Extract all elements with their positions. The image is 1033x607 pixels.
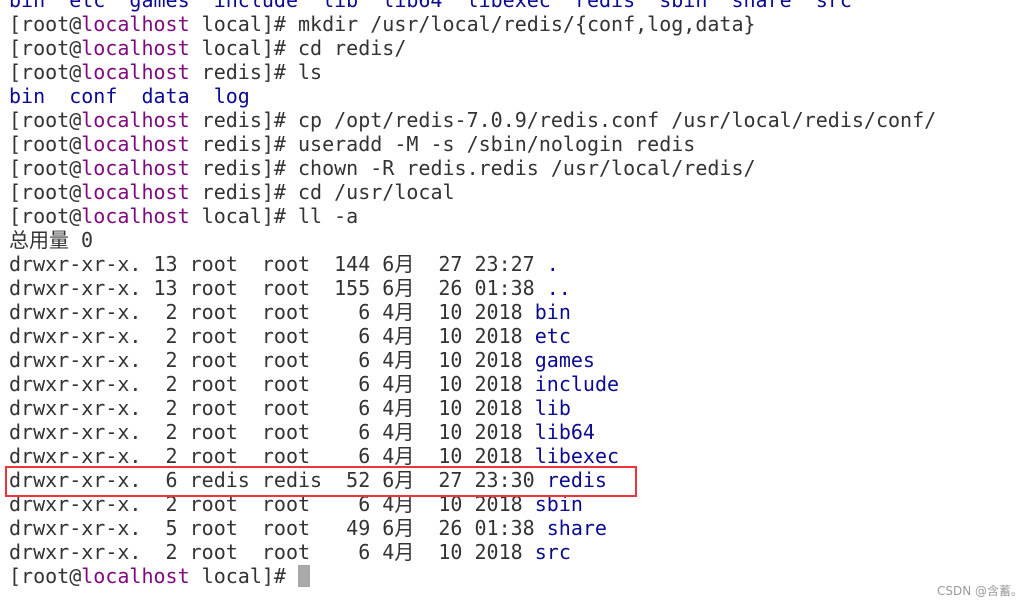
terminal-text: drwxr-xr-x. 2 root root 6 4月 10 2018 (9, 396, 535, 420)
terminal-line: [root@localhost local]# mkdir /usr/local… (9, 12, 936, 36)
terminal-line: [root@localhost redis]# cd /usr/local (9, 180, 936, 204)
directory-name: share (546, 516, 607, 540)
directory-name: bin etc games include lib lib64 libexec … (9, 0, 852, 12)
terminal-text: redis]# cd /usr/local (189, 180, 455, 204)
directory-name: . (546, 252, 559, 276)
terminal-line: bin conf data log (9, 84, 936, 108)
hostname: localhost (81, 60, 190, 84)
terminal-text: [root@ (9, 108, 82, 132)
terminal-line: drwxr-xr-x. 13 root root 155 6月 26 01:38… (9, 276, 936, 300)
terminal-text: drwxr-xr-x. 5 root root 49 6月 26 01:38 (9, 516, 547, 540)
terminal-text: drwxr-xr-x. 13 root root 144 6月 27 23:27 (9, 252, 547, 276)
terminal-line: [root@localhost local]# cd redis/ (9, 36, 936, 60)
directory-name: .. (546, 276, 571, 300)
terminal-line: drwxr-xr-x. 2 root root 6 4月 10 2018 etc (9, 324, 936, 348)
terminal-text: redis]# chown -R redis.redis /usr/local/… (189, 156, 756, 180)
terminal-line: [root@localhost redis]# useradd -M -s /s… (9, 132, 936, 156)
terminal-text: 总用量 0 (9, 228, 94, 252)
terminal-text: drwxr-xr-x. 2 root root 6 4月 10 2018 (9, 540, 535, 564)
terminal-output[interactable]: bin etc games include lib lib64 libexec … (9, 0, 936, 588)
terminal-line: [root@localhost local]# (9, 564, 936, 588)
hostname: localhost (81, 36, 190, 60)
terminal-line: drwxr-xr-x. 13 root root 144 6月 27 23:27… (9, 252, 936, 276)
terminal-line: drwxr-xr-x. 2 root root 6 4月 10 2018 src (9, 540, 936, 564)
hostname: localhost (81, 156, 190, 180)
terminal-text: drwxr-xr-x. 2 root root 6 4月 10 2018 (9, 348, 535, 372)
hostname: localhost (81, 204, 190, 228)
directory-name: libexec (534, 444, 620, 468)
terminal-line: drwxr-xr-x. 2 root root 6 4月 10 2018 lib… (9, 444, 936, 468)
terminal-text: drwxr-xr-x. 2 root root 6 4月 10 2018 (9, 420, 535, 444)
terminal-text: [root@ (9, 132, 82, 156)
terminal-line: [root@localhost redis]# ls (9, 60, 936, 84)
terminal-line: drwxr-xr-x. 2 root root 6 4月 10 2018 lib… (9, 420, 936, 444)
hostname: localhost (81, 564, 190, 588)
terminal-text: [root@ (9, 12, 82, 36)
terminal-line: [root@localhost redis]# cp /opt/redis-7.… (9, 108, 936, 132)
hostname: localhost (81, 180, 190, 204)
terminal-line: drwxr-xr-x. 2 root root 6 4月 10 2018 bin (9, 300, 936, 324)
terminal-text: [root@ (9, 60, 82, 84)
terminal-text: local]# mkdir /usr/local/redis/{conf,log… (189, 12, 756, 36)
terminal-text: drwxr-xr-x. 2 root root 6 4月 10 2018 (9, 444, 535, 468)
terminal-text: local]# (189, 564, 298, 588)
highlight-box-redis-row (5, 466, 637, 497)
directory-name: lib (534, 396, 571, 420)
terminal-line: drwxr-xr-x. 2 root root 6 4月 10 2018 gam… (9, 348, 936, 372)
terminal-line: bin etc games include lib lib64 libexec … (9, 0, 936, 12)
terminal-line: [root@localhost local]# ll -a (9, 204, 936, 228)
directory-name: etc (534, 324, 571, 348)
terminal-line: 总用量 0 (9, 228, 936, 252)
directory-name: bin conf data log (9, 84, 250, 108)
terminal-text: drwxr-xr-x. 2 root root 6 4月 10 2018 (9, 300, 535, 324)
directory-name: include (534, 372, 620, 396)
directory-name: lib64 (534, 420, 595, 444)
terminal-text: redis]# cp /opt/redis-7.0.9/redis.conf /… (189, 108, 937, 132)
directory-name: games (534, 348, 595, 372)
directory-name: src (534, 540, 571, 564)
terminal-text: drwxr-xr-x. 2 root root 6 4月 10 2018 (9, 324, 535, 348)
terminal-text: drwxr-xr-x. 13 root root 155 6月 26 01:38 (9, 276, 547, 300)
watermark: CSDN @含蓄。 (936, 584, 1023, 598)
terminal-text: [root@ (9, 180, 82, 204)
terminal-line: drwxr-xr-x. 2 root root 6 4月 10 2018 inc… (9, 372, 936, 396)
terminal-text: redis]# useradd -M -s /sbin/nologin redi… (189, 132, 696, 156)
terminal-text: redis]# ls (189, 60, 323, 84)
hostname: localhost (81, 108, 190, 132)
terminal-text: [root@ (9, 564, 82, 588)
terminal-text: [root@ (9, 156, 82, 180)
terminal-text: drwxr-xr-x. 2 root root 6 4月 10 2018 (9, 372, 535, 396)
cursor (298, 565, 310, 587)
hostname: localhost (81, 132, 190, 156)
terminal-line: drwxr-xr-x. 2 root root 6 4月 10 2018 lib (9, 396, 936, 420)
terminal-text: [root@ (9, 204, 82, 228)
hostname: localhost (81, 12, 190, 36)
terminal-text: local]# ll -a (189, 204, 359, 228)
directory-name: bin (534, 300, 571, 324)
terminal-line: drwxr-xr-x. 5 root root 49 6月 26 01:38 s… (9, 516, 936, 540)
terminal-text: local]# cd redis/ (189, 36, 407, 60)
terminal-text: [root@ (9, 36, 82, 60)
terminal-line: [root@localhost redis]# chown -R redis.r… (9, 156, 936, 180)
